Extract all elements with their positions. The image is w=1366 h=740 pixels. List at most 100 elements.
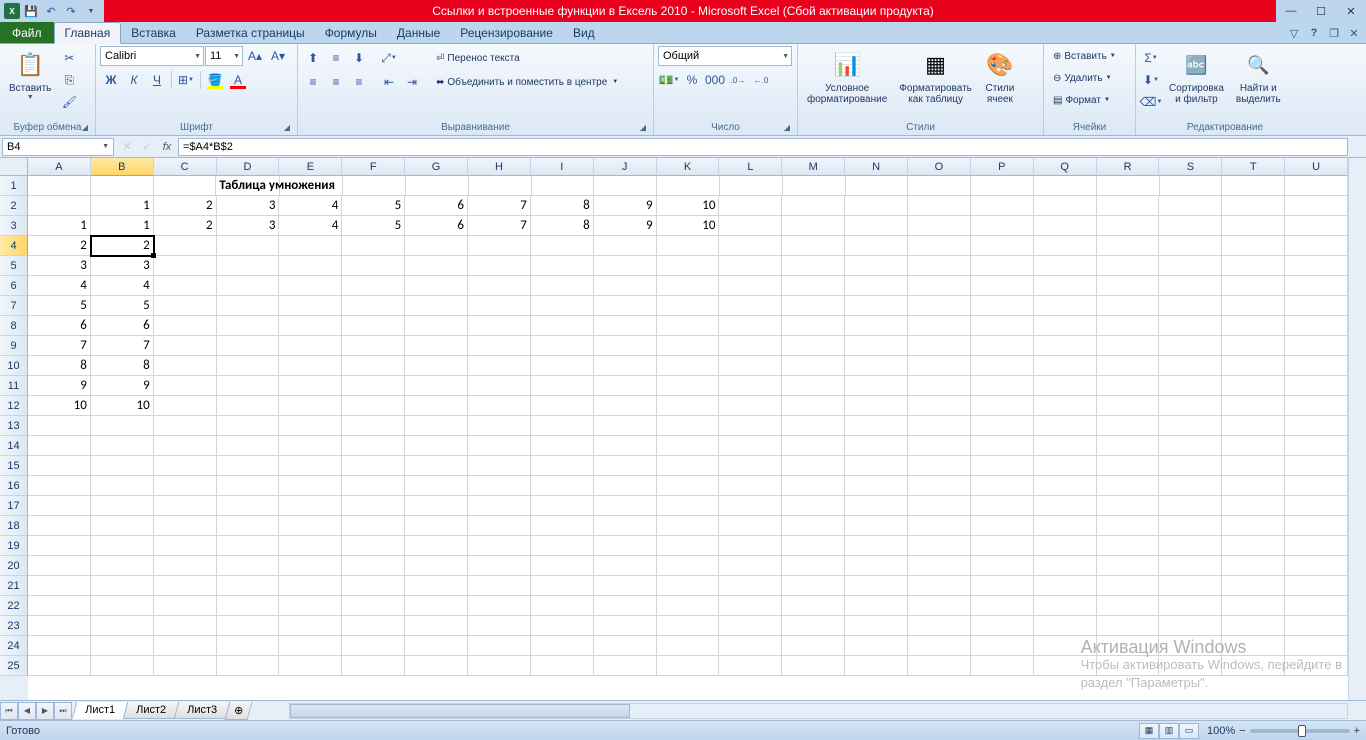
cell-H1[interactable] [469,176,532,196]
cell-P19[interactable] [971,536,1034,556]
cell-G18[interactable] [405,516,468,536]
cell-H22[interactable] [468,596,531,616]
cell-I10[interactable] [531,356,594,376]
cell-U8[interactable] [1285,316,1348,336]
cell-M17[interactable] [782,496,845,516]
minimize-button[interactable]: — [1276,0,1306,22]
percent-icon[interactable]: % [681,70,703,90]
sheet-nav-last-icon[interactable]: ⏭ [54,702,72,720]
cell-O1[interactable] [908,176,971,196]
sheet-tab-Лист1[interactable]: Лист1 [72,702,129,719]
cell-I21[interactable] [531,576,594,596]
cell-O3[interactable] [908,216,971,236]
cell-H21[interactable] [468,576,531,596]
cell-O16[interactable] [908,476,971,496]
cell-G14[interactable] [405,436,468,456]
cell-Q23[interactable] [1034,616,1097,636]
cell-Q15[interactable] [1034,456,1097,476]
cell-C12[interactable] [154,396,217,416]
cell-N8[interactable] [845,316,908,336]
sheet-nav-next-icon[interactable]: ▶ [36,702,54,720]
cell-A19[interactable] [28,536,91,556]
cell-S13[interactable] [1159,416,1222,436]
cell-B24[interactable] [91,636,154,656]
cell-M3[interactable] [782,216,845,236]
row-header-22[interactable]: 22 [0,596,28,616]
cell-J15[interactable] [594,456,657,476]
cell-M19[interactable] [782,536,845,556]
name-box[interactable]: B4▼ [2,138,114,156]
cell-O9[interactable] [908,336,971,356]
cell-E13[interactable] [279,416,342,436]
cell-C20[interactable] [154,556,217,576]
cell-Q9[interactable] [1034,336,1097,356]
qat-customize-icon[interactable]: ▼ [82,2,100,20]
cell-U10[interactable] [1285,356,1348,376]
sheet-nav-first-icon[interactable]: ⏮ [0,702,18,720]
cell-G21[interactable] [405,576,468,596]
copy-icon[interactable]: ⎘ [58,70,80,90]
cell-E12[interactable] [279,396,342,416]
cell-A18[interactable] [28,516,91,536]
cell-U22[interactable] [1285,596,1348,616]
cell-D11[interactable] [217,376,280,396]
alignment-launcher-icon[interactable]: ◢ [637,123,649,135]
cell-J12[interactable] [594,396,657,416]
cell-F1[interactable] [343,176,406,196]
cell-P7[interactable] [971,296,1034,316]
col-header-H[interactable]: H [468,158,531,176]
cell-L2[interactable] [719,196,782,216]
cell-U18[interactable] [1285,516,1348,536]
cell-R13[interactable] [1097,416,1160,436]
cell-I16[interactable] [531,476,594,496]
cell-U13[interactable] [1285,416,1348,436]
cell-U1[interactable] [1285,176,1348,196]
cell-Q2[interactable] [1034,196,1097,216]
cell-Q6[interactable] [1034,276,1097,296]
cell-N16[interactable] [845,476,908,496]
row-header-12[interactable]: 12 [0,396,28,416]
cell-L25[interactable] [719,656,782,676]
cell-I3[interactable]: 8 [531,216,594,236]
cell-B4[interactable]: 2 [91,236,154,256]
cell-H9[interactable] [468,336,531,356]
cell-H25[interactable] [468,656,531,676]
cell-D5[interactable] [217,256,280,276]
cell-D13[interactable] [217,416,280,436]
cell-U14[interactable] [1285,436,1348,456]
cell-N23[interactable] [845,616,908,636]
cell-J5[interactable] [594,256,657,276]
cell-H17[interactable] [468,496,531,516]
cell-J2[interactable]: 9 [594,196,657,216]
cell-S18[interactable] [1159,516,1222,536]
comma-icon[interactable]: 000 [704,70,726,90]
borders-icon[interactable]: ⊞▼ [175,70,197,90]
cell-N17[interactable] [845,496,908,516]
col-header-T[interactable]: T [1222,158,1285,176]
cell-I25[interactable] [531,656,594,676]
cell-O4[interactable] [908,236,971,256]
cell-I2[interactable]: 8 [531,196,594,216]
cell-G24[interactable] [405,636,468,656]
cell-B6[interactable]: 4 [91,276,154,296]
cell-U15[interactable] [1285,456,1348,476]
row-header-21[interactable]: 21 [0,576,28,596]
col-header-S[interactable]: S [1159,158,1222,176]
cell-U5[interactable] [1285,256,1348,276]
sheet-nav-prev-icon[interactable]: ◀ [18,702,36,720]
cell-R7[interactable] [1097,296,1160,316]
cell-F24[interactable] [342,636,405,656]
cell-N1[interactable] [846,176,909,196]
cell-T15[interactable] [1222,456,1285,476]
align-center-icon[interactable]: ≡ [325,72,347,92]
cell-M4[interactable] [782,236,845,256]
cell-U7[interactable] [1285,296,1348,316]
cell-C23[interactable] [154,616,217,636]
cell-P25[interactable] [971,656,1034,676]
autosum-icon[interactable]: Σ▼ [1140,48,1162,68]
cell-G10[interactable] [405,356,468,376]
cell-L14[interactable] [719,436,782,456]
cell-N11[interactable] [845,376,908,396]
cell-N3[interactable] [845,216,908,236]
cell-T24[interactable] [1222,636,1285,656]
